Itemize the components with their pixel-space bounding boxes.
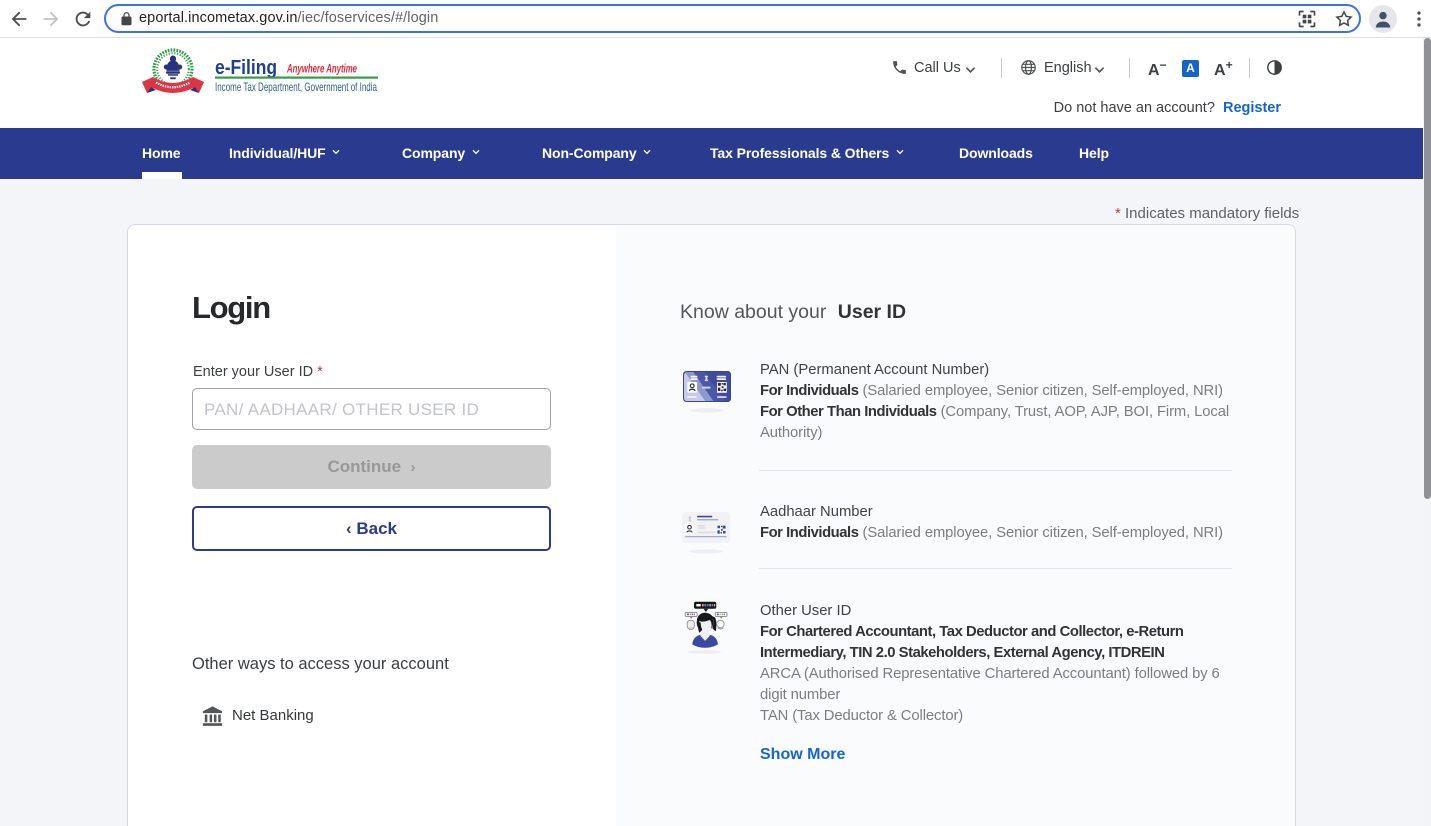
svg-text:e-Filing: e-Filing <box>215 57 277 79</box>
svg-text:Anywhere Anytime: Anywhere Anytime <box>286 64 357 76</box>
svg-text:Income Tax Department, Governm: Income Tax Department, Government of Ind… <box>215 81 377 94</box>
